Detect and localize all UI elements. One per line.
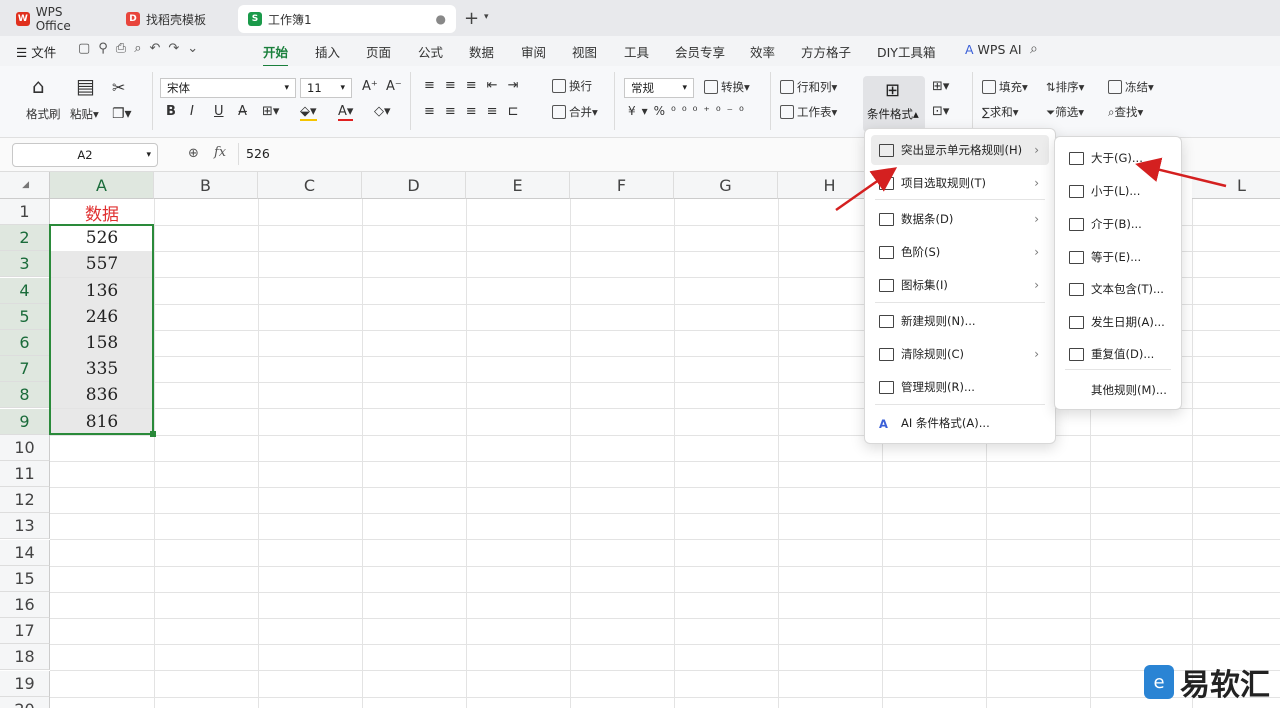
- arrow-to-greater-than: [1135, 157, 1227, 188]
- arrow-to-highlight-rules: [835, 167, 898, 212]
- watermark-logo: e 易软汇: [1144, 660, 1270, 704]
- logo-text: 易软汇: [1180, 668, 1270, 703]
- logo-icon: e: [1144, 665, 1174, 699]
- annotation-arrows: [835, 157, 1227, 212]
